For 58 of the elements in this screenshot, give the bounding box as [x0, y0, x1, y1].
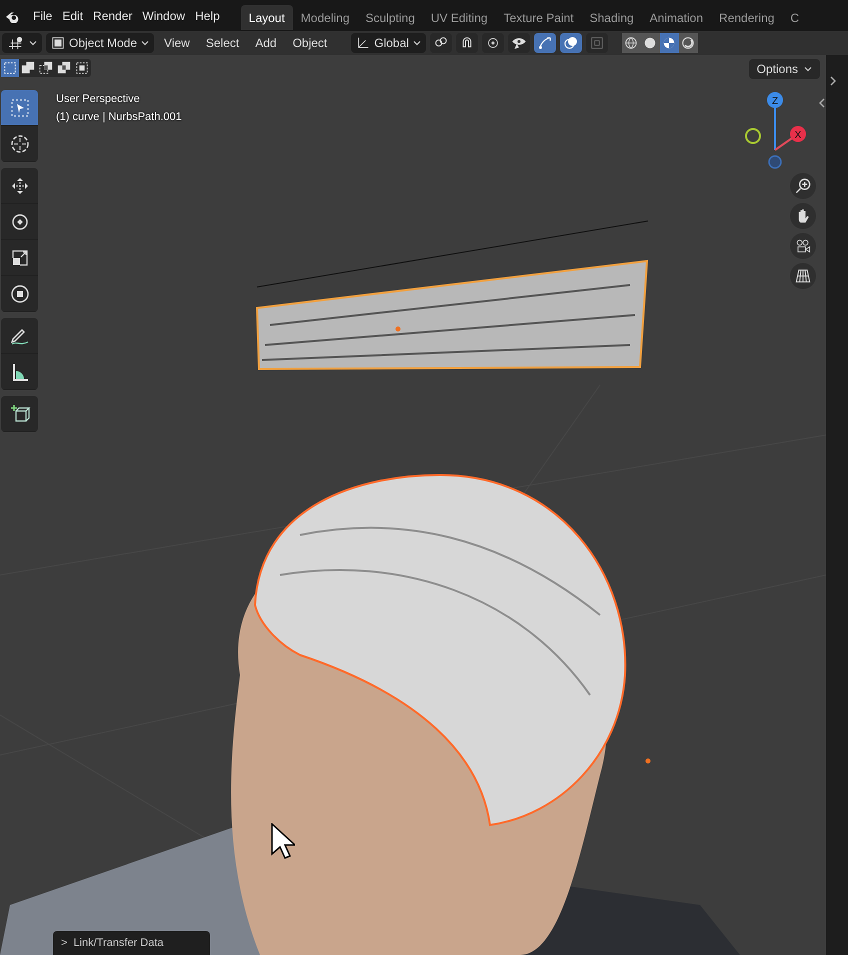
menu-item[interactable]: View: [158, 36, 196, 50]
orientation-dropdown[interactable]: Global: [351, 33, 426, 53]
redo-panel[interactable]: > Link/Transfer Data: [53, 931, 210, 955]
menu-item[interactable]: Add: [249, 36, 283, 50]
axes-icon: [356, 36, 370, 50]
editor-type-dropdown[interactable]: [2, 33, 42, 53]
panel-title: Link/Transfer Data: [73, 937, 164, 949]
visibility-toggle[interactable]: [508, 33, 530, 53]
menu-item[interactable]: Help: [190, 8, 225, 22]
workspace-tab[interactable]: Animation: [642, 5, 712, 30]
xray-toggle[interactable]: [586, 33, 608, 53]
proportional-toggle[interactable]: [482, 33, 504, 53]
select-tool[interactable]: [1, 90, 38, 126]
caret-icon: [804, 65, 812, 73]
menu-item[interactable]: File: [28, 8, 58, 22]
caret-icon: [29, 39, 37, 47]
menu-item[interactable]: Window: [137, 8, 190, 22]
options-dropdown[interactable]: Options: [748, 59, 820, 79]
expand-arrow[interactable]: >: [61, 937, 68, 949]
chevron-left-icon[interactable]: [818, 97, 826, 109]
viewport-info-text: User Perspective: [56, 92, 141, 107]
workspace-tab[interactable]: Modeling: [292, 5, 358, 30]
mode-dropdown[interactable]: Object Mode: [46, 33, 154, 53]
selection-mode-icon: [21, 61, 35, 75]
menu-item[interactable]: Edit: [57, 8, 88, 22]
workspace-tab[interactable]: Shading: [582, 5, 642, 30]
selection-mode-icon: [75, 61, 89, 75]
menu-item[interactable]: Render: [88, 8, 138, 22]
square-icon: [51, 36, 65, 50]
overlap-circles-icon: [562, 34, 580, 52]
grid-icon: [7, 36, 25, 50]
menu-item[interactable]: Object: [286, 36, 334, 50]
caret-icon: [141, 39, 150, 47]
viewport-info-text: (1) curve | NurbsPath.001: [56, 110, 182, 125]
chevron-right-icon[interactable]: [829, 75, 837, 87]
workspace-tab[interactable]: C: [782, 5, 808, 30]
gizmos-toggle[interactable]: [534, 33, 556, 53]
workspace-tab[interactable]: Texture Paint: [496, 5, 582, 30]
selection-mode-icon: [57, 61, 71, 75]
selection-mode-icon: [39, 61, 53, 75]
menu-item[interactable]: Select: [200, 36, 246, 50]
zoom-icon: [793, 176, 813, 196]
caret-icon: [412, 39, 421, 47]
overlays-toggle[interactable]: [560, 33, 582, 53]
snap-toggle[interactable]: [456, 33, 478, 53]
material-shading-button[interactable]: [660, 33, 679, 53]
selection-mode-button[interactable]: [1, 59, 19, 77]
workspace-tab[interactable]: UV Editing: [422, 5, 496, 30]
mouse-pointer-icon: [271, 823, 295, 859]
wireframe-shading-button[interactable]: [622, 33, 641, 53]
workspace-tab[interactable]: Layout: [240, 5, 293, 30]
workspace-tab[interactable]: Sculpting: [358, 5, 423, 30]
workspace-tab[interactable]: Rendering: [711, 5, 782, 30]
axis-gizmo-drawing[interactable]: Z X: [740, 90, 820, 170]
rendered-shading-button[interactable]: [678, 33, 698, 53]
solid-shading-button[interactable]: [640, 33, 660, 53]
selection-mode-icon: [3, 61, 17, 75]
pivot-toggle[interactable]: [430, 33, 452, 53]
